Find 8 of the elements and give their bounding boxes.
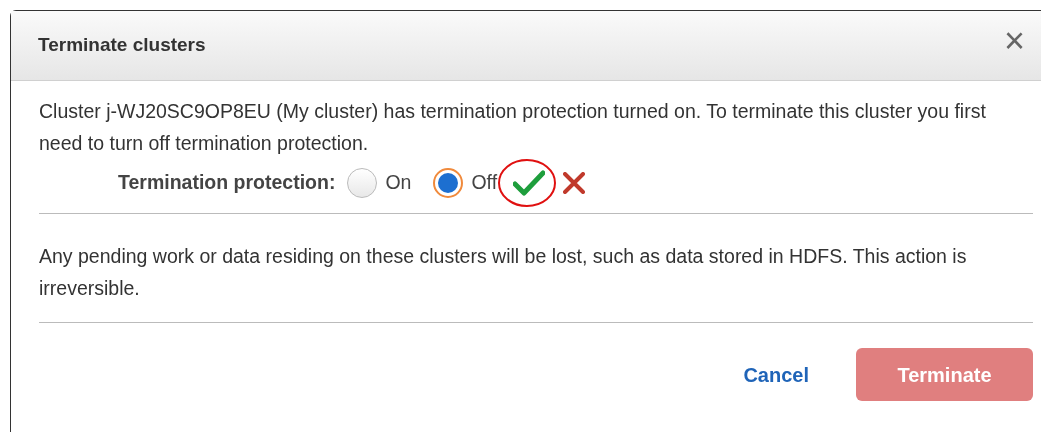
warning-text: Any pending work or data residing on these clusters will be lost, such as data stored in HDFS. This action is irreversible. <box>39 244 968 301</box>
field-label: Termination protection: <box>118 170 336 196</box>
message-text: Cluster j-WJ20SC9OP8EU (My cluster) has termination protection turned on. To terminate this cluster you first need to turn off termination protection. <box>39 99 987 156</box>
radio-label[interactable]: On <box>385 168 412 198</box>
cancel-link[interactable]: Cancel <box>743 359 809 390</box>
radio-label[interactable]: Off <box>471 168 498 198</box>
dialog-title: Terminate clusters <box>38 33 206 58</box>
close-button[interactable]: × <box>1004 23 1026 59</box>
